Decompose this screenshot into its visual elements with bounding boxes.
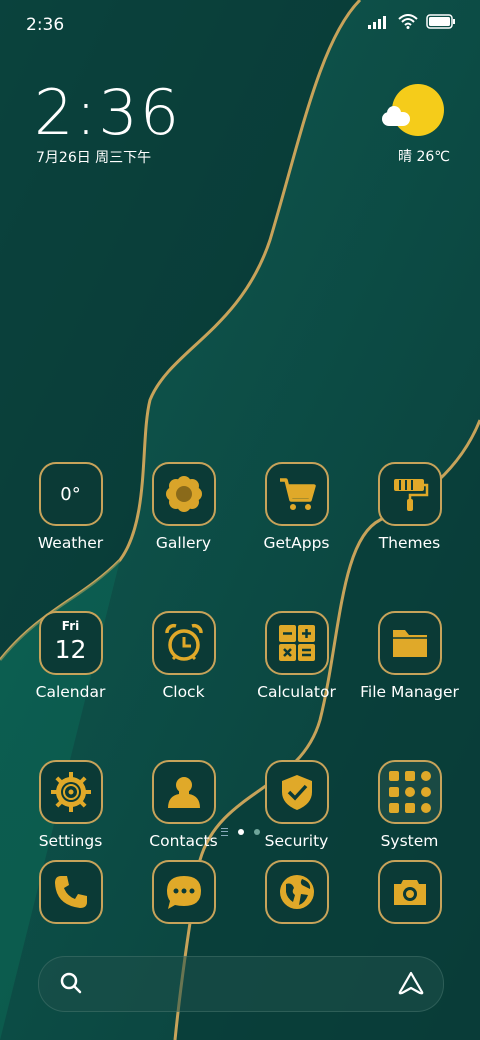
lockscreen-clock[interactable]: 2:36 [34, 76, 181, 149]
app-file-manager[interactable]: File Manager [353, 611, 466, 701]
weather-icon-temp: 0° [60, 483, 81, 505]
alarm-clock-icon [151, 611, 216, 675]
app-label: Gallery [155, 534, 212, 552]
folder-icon [377, 611, 442, 675]
app-contacts[interactable]: Contacts [127, 760, 240, 850]
search-icon [60, 972, 82, 994]
browser-icon [264, 860, 329, 924]
app-label: File Manager [360, 683, 459, 701]
person-icon [151, 760, 216, 824]
app-row: Settings Contacts Security System [14, 760, 466, 850]
dock-messages[interactable] [127, 860, 240, 924]
app-calculator[interactable]: Calculator [240, 611, 353, 701]
dock-phone[interactable] [14, 860, 127, 924]
app-folder-icon [377, 760, 442, 824]
app-getapps[interactable]: GetApps [240, 462, 353, 552]
date-label: 7月26日 周三下午 [36, 150, 152, 166]
app-label: Calculator [257, 683, 336, 701]
page-indicator-list [220, 828, 228, 836]
battery-icon [426, 14, 455, 29]
assistant-icon[interactable] [397, 971, 425, 995]
status-bar: 2:36 [0, 0, 480, 50]
page-dot-active [237, 829, 244, 835]
weather-summary: 晴 26℃ [398, 149, 450, 165]
paint-roller-icon [377, 462, 442, 526]
message-icon [151, 860, 216, 924]
home-screen: 2:36 2:36 7月26日 周三下午 晴 26℃ 0° Weather Ga… [0, 0, 480, 1040]
calendar-weekday: Fri [61, 619, 80, 633]
camera-icon [377, 860, 442, 924]
app-system-folder[interactable]: System [353, 760, 466, 850]
app-label: Clock [162, 683, 205, 701]
weather-widget[interactable]: 晴 26℃ [380, 84, 450, 168]
page-indicator[interactable] [0, 828, 480, 836]
app-row: Fri 12 Calendar Clock Calculator File Ma… [14, 611, 466, 701]
phone-icon [38, 860, 103, 924]
calculator-icon [264, 611, 329, 675]
app-weather[interactable]: 0° Weather [14, 462, 127, 552]
search-bar[interactable] [38, 956, 444, 1012]
dock-camera[interactable] [353, 860, 466, 924]
calendar-date: 12 [54, 635, 87, 664]
app-gallery[interactable]: Gallery [127, 462, 240, 552]
app-row: 0° Weather Gallery GetApps Themes [14, 462, 466, 552]
calendar-icon: Fri 12 [38, 611, 103, 675]
app-security[interactable]: Security [240, 760, 353, 850]
app-label: GetApps [263, 534, 330, 552]
wifi-icon [398, 14, 418, 29]
cloud-icon [382, 106, 410, 126]
status-icons [368, 14, 456, 29]
status-time: 2:36 [26, 15, 65, 35]
app-label: Calendar [35, 683, 106, 701]
app-calendar[interactable]: Fri 12 Calendar [14, 611, 127, 701]
weather-icon: 0° [38, 462, 103, 526]
signal-icon [368, 15, 386, 29]
app-label: Themes [378, 534, 441, 552]
app-clock[interactable]: Clock [127, 611, 240, 701]
gear-icon [38, 760, 103, 824]
shield-icon [264, 760, 329, 824]
app-themes[interactable]: Themes [353, 462, 466, 552]
dock [14, 860, 466, 924]
page-dot [253, 829, 260, 835]
dock-browser[interactable] [240, 860, 353, 924]
cart-icon [264, 462, 329, 526]
app-grid: 0° Weather Gallery GetApps Themes Fri 12… [14, 462, 466, 909]
app-label: Weather [37, 534, 104, 552]
flower-icon [151, 462, 216, 526]
app-settings[interactable]: Settings [14, 760, 127, 850]
